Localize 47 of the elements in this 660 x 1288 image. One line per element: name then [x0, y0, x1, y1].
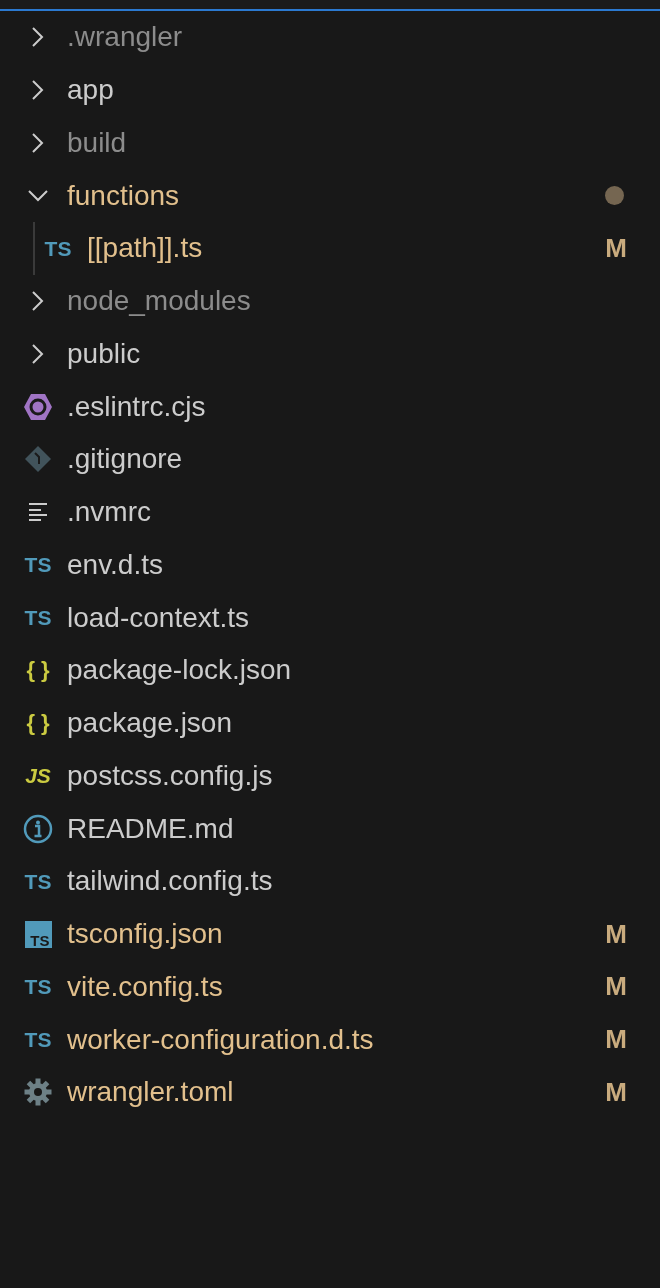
info-icon — [23, 813, 53, 844]
typescript-icon: TS — [24, 976, 52, 998]
javascript-icon: JS — [25, 765, 51, 787]
typescript-icon: TS — [24, 1029, 52, 1051]
git-status-label: M — [605, 917, 627, 951]
chevron-right-icon[interactable] — [31, 131, 45, 154]
file-name[interactable]: .nvmrc — [67, 491, 151, 534]
file-name[interactable]: vite.config.ts — [67, 965, 223, 1008]
file-name[interactable]: tsconfig.json — [67, 913, 223, 956]
git-status-label: M — [605, 970, 627, 1004]
diamond-icon — [24, 445, 52, 474]
file-name[interactable]: .eslintrc.cjs — [67, 385, 206, 428]
chevron-right-icon[interactable] — [31, 26, 45, 49]
file-name[interactable]: [[path]].ts — [87, 227, 203, 270]
hexagon-icon — [23, 392, 53, 421]
file-name[interactable]: env.d.ts — [67, 543, 163, 586]
file-name[interactable]: package.json — [67, 702, 232, 745]
file-name[interactable]: worker-configuration.d.ts — [67, 1018, 374, 1061]
file-name[interactable]: README.md — [67, 807, 234, 850]
file-name[interactable]: package-lock.json — [67, 649, 292, 692]
folder-name[interactable]: functions — [67, 174, 180, 217]
file-name[interactable]: postcss.config.js — [67, 754, 273, 797]
chevron-down-icon[interactable] — [27, 188, 49, 203]
typescript-config-icon: TS — [24, 920, 52, 948]
folder-name[interactable]: build — [67, 121, 127, 164]
chevron-right-icon[interactable] — [31, 290, 45, 313]
file-name[interactable]: wrangler.toml — [67, 1071, 234, 1114]
file-name[interactable]: load-context.ts — [67, 596, 250, 639]
folder-name[interactable]: node_modules — [67, 280, 251, 323]
typescript-icon: TS — [24, 870, 52, 892]
folder-name[interactable]: public — [67, 332, 141, 375]
folder-name[interactable]: app — [67, 69, 114, 112]
file-name[interactable]: .gitignore — [67, 438, 183, 481]
text-lines-icon — [27, 502, 49, 523]
file-name[interactable]: tailwind.config.ts — [67, 860, 273, 903]
typescript-icon: TS — [24, 607, 52, 629]
chevron-right-icon[interactable] — [31, 79, 45, 102]
braces-icon: { } — [26, 712, 50, 735]
braces-icon: { } — [26, 659, 50, 682]
git-status-label: M — [605, 1075, 627, 1109]
git-status-label: M — [605, 1023, 627, 1057]
git-status-label: M — [605, 231, 627, 265]
chevron-right-icon[interactable] — [31, 342, 45, 365]
typescript-icon: TS — [44, 237, 72, 259]
folder-name[interactable]: .wrangler — [67, 16, 183, 59]
gear-icon — [24, 1078, 52, 1107]
typescript-icon: TS — [24, 554, 52, 576]
